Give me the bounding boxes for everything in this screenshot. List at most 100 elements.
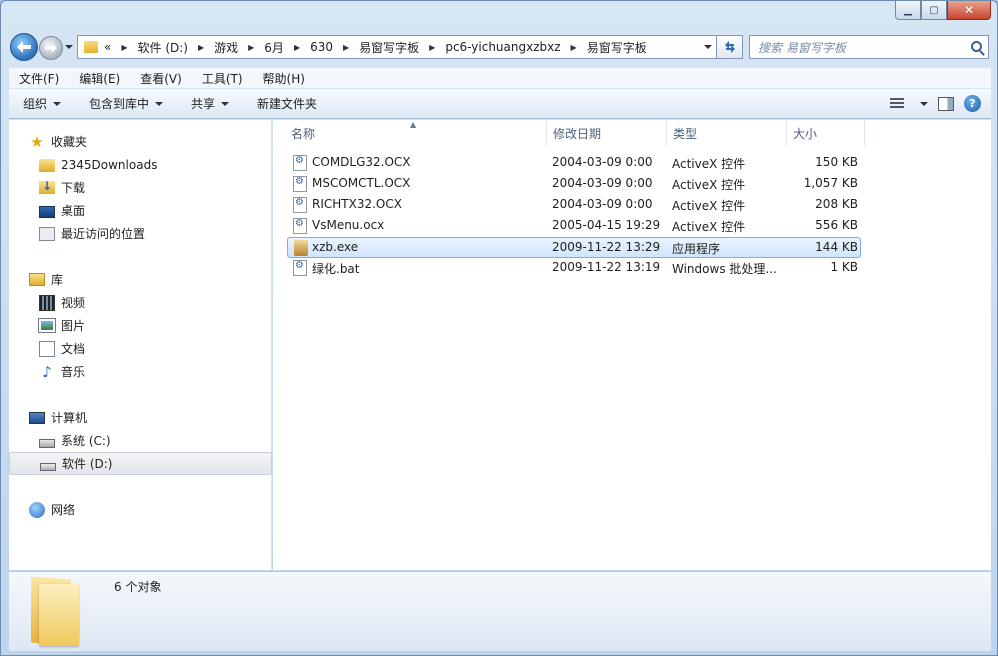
search-icon[interactable] (971, 41, 982, 52)
picture-icon (38, 318, 56, 333)
help-icon[interactable]: ? (964, 95, 981, 112)
arrow-left-icon (17, 41, 31, 53)
minimize-button[interactable]: ▁ (895, 1, 921, 20)
file-modified: 2005-04-15 19:29 (552, 218, 661, 232)
folder-icon (39, 159, 55, 172)
file-row[interactable]: COMDLG32.OCX 2004-03-09 0:00 ActiveX 控件 … (287, 153, 861, 174)
breadcrumb-item[interactable]: 软件 (D:) ▶ (138, 39, 215, 56)
menu-view[interactable]: 查看(V) (130, 70, 192, 87)
nav-item-videos[interactable]: 视频 (9, 291, 272, 314)
new-folder-button[interactable]: 新建文件夹 (243, 95, 331, 112)
details-pane: 6 个对象 (9, 571, 991, 651)
file-modified: 2004-03-09 0:00 (552, 155, 653, 169)
breadcrumb-item[interactable]: 易窗写字板 ▶ (359, 39, 445, 56)
library-icon (29, 273, 45, 286)
nav-network[interactable]: 网络 (9, 498, 272, 521)
file-modified: 2004-03-09 0:00 (552, 176, 653, 190)
nav-item-drive-d[interactable]: 软件 (D:) (9, 452, 272, 475)
preview-pane-icon[interactable] (938, 96, 954, 111)
document-icon (39, 340, 55, 357)
downloads-icon (39, 179, 55, 194)
file-name: 绿化.bat (312, 262, 360, 276)
network-icon (29, 501, 45, 518)
file-name: xzb.exe (312, 240, 359, 254)
file-size: 150 KB (815, 155, 858, 169)
file-name: VsMenu.ocx (312, 218, 385, 232)
file-row[interactable]: VsMenu.ocx 2005-04-15 19:29 ActiveX 控件 5… (287, 216, 861, 237)
file-row[interactable]: 绿化.bat 2009-11-22 13:19 Windows 批处理... 1… (287, 258, 861, 279)
file-type: ActiveX 控件 (672, 220, 746, 234)
nav-item-documents[interactable]: 文档 (9, 337, 272, 360)
column-type[interactable]: 类型 (667, 120, 787, 146)
column-name[interactable]: 名称 (285, 120, 547, 146)
batch-file-icon (293, 260, 307, 276)
nav-item-music[interactable]: ♪ 音乐 (9, 360, 272, 383)
video-icon (39, 294, 55, 311)
menu-help[interactable]: 帮助(H) (253, 70, 315, 87)
share-button[interactable]: 共享 (177, 95, 243, 112)
menu-tools[interactable]: 工具(T) (192, 70, 253, 87)
address-dropdown-icon[interactable] (704, 45, 712, 49)
file-size: 1 KB (830, 260, 858, 274)
recent-places-icon (39, 226, 55, 241)
breadcrumb-item[interactable]: 6月 ▶ (264, 39, 310, 56)
view-dropdown[interactable] (914, 101, 928, 106)
file-modified: 2009-11-22 13:29 (552, 240, 661, 254)
refresh-button[interactable] (717, 35, 743, 59)
breadcrumb-item[interactable]: 游戏 ▶ (214, 39, 264, 56)
forward-button[interactable] (39, 36, 63, 60)
recent-pages-dropdown[interactable] (65, 45, 73, 49)
refresh-icon (724, 41, 735, 53)
organize-button[interactable]: 组织 (9, 95, 75, 112)
nav-item-pictures[interactable]: 图片 (9, 314, 272, 337)
file-name: MSCOMCTL.OCX (312, 176, 411, 190)
drive-icon (40, 462, 56, 471)
close-button[interactable]: ✕ (947, 1, 991, 20)
chevron-down-icon (221, 101, 230, 106)
column-modified[interactable]: 修改日期 (547, 120, 667, 146)
overflow-chevron-icon: « (104, 40, 112, 54)
file-row[interactable]: RICHTX32.OCX 2004-03-09 0:00 ActiveX 控件 … (287, 195, 861, 216)
back-button[interactable] (10, 33, 38, 61)
maximize-button[interactable]: ▢ (921, 1, 947, 20)
nav-item-downloads[interactable]: 下载 (9, 176, 272, 199)
address-bar[interactable]: «▶ 软件 (D:) ▶ 游戏 ▶ 6月 ▶ 630 ▶ 易窗写字板 ▶ pc6-yich… (77, 35, 717, 59)
nav-item-drive-c[interactable]: 系统 (C:) (9, 429, 272, 452)
folder-icon (84, 41, 98, 53)
command-bar: 组织 包含到库中 共享 新建文件夹 ? (9, 89, 991, 119)
nav-favorites[interactable]: ★ 收藏夹 (9, 130, 272, 153)
menu-file[interactable]: 文件(F) (9, 70, 69, 87)
breadcrumb-overflow[interactable]: «▶ (104, 40, 138, 54)
menu-edit[interactable]: 编辑(E) (69, 70, 130, 87)
nav-libraries[interactable]: 库 (9, 268, 272, 291)
file-name: COMDLG32.OCX (312, 155, 411, 169)
activex-file-icon (293, 218, 307, 234)
nav-computer[interactable]: 计算机 (9, 406, 272, 429)
breadcrumb-item[interactable]: 易窗写字板 (587, 39, 647, 56)
search-placeholder: 搜索 易窗写字板 (758, 40, 846, 55)
column-headers: ▲ 名称 修改日期 类型 大小 (273, 120, 991, 146)
chevron-down-icon (920, 101, 928, 106)
computer-icon (29, 411, 45, 424)
include-library-button[interactable]: 包含到库中 (75, 95, 177, 112)
chevron-down-icon (53, 101, 62, 106)
nav-item-desktop[interactable]: 桌面 (9, 199, 272, 222)
breadcrumb-item[interactable]: 630 ▶ (310, 40, 359, 54)
file-row[interactable]: MSCOMCTL.OCX 2004-03-09 0:00 ActiveX 控件 … (287, 174, 861, 195)
file-size: 556 KB (815, 218, 858, 232)
chevron-down-icon (155, 101, 164, 106)
caption-buttons: ▁ ▢ ✕ (895, 1, 991, 21)
file-size: 144 KB (815, 240, 858, 254)
nav-item-recent[interactable]: 最近访问的位置 (9, 222, 272, 245)
file-row-selected[interactable]: xzb.exe 2009-11-22 13:29 应用程序 144 KB (287, 237, 861, 258)
file-list: ▲ 名称 修改日期 类型 大小 COMDLG32.OCX 2004-03-09 … (273, 120, 991, 570)
breadcrumb-item[interactable]: pc6-yichuangxzbxz ▶ (445, 40, 586, 54)
search-input[interactable]: 搜索 易窗写字板 (749, 35, 989, 59)
change-view-icon[interactable] (890, 97, 904, 110)
column-size[interactable]: 大小 (787, 120, 865, 146)
desktop-icon (39, 205, 55, 218)
file-type: ActiveX 控件 (672, 178, 746, 192)
nav-item-2345downloads[interactable]: 2345Downloads (9, 153, 272, 176)
item-count: 6 个对象 (114, 580, 162, 594)
menu-bar: 文件(F) 编辑(E) 查看(V) 工具(T) 帮助(H) (9, 68, 991, 88)
